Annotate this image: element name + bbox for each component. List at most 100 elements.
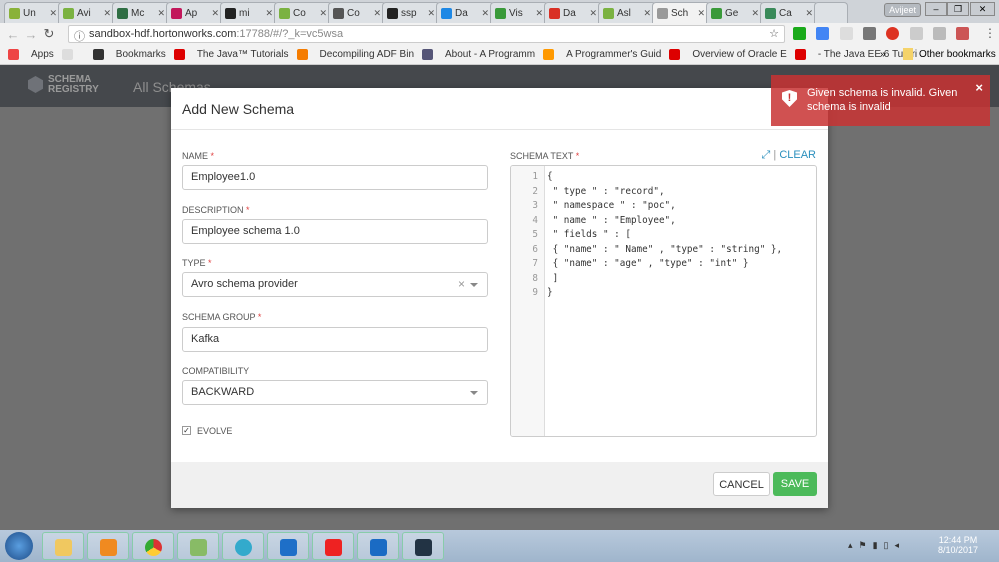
browser-tab[interactable]: Avi ✕ bbox=[58, 2, 116, 23]
browser-tab[interactable]: Ge ✕ bbox=[706, 2, 764, 23]
taskbar-lync[interactable] bbox=[267, 532, 309, 560]
close-tab-icon[interactable]: ✕ bbox=[373, 8, 381, 19]
clock[interactable]: 12:44 PM 8/10/2017 bbox=[938, 535, 978, 555]
browser-tab[interactable]: Vis ✕ bbox=[490, 2, 548, 23]
taskbar-virtualbox[interactable] bbox=[402, 532, 444, 560]
close-tab-icon[interactable]: ✕ bbox=[157, 8, 165, 19]
share-extension-icon[interactable] bbox=[793, 27, 806, 40]
start-button[interactable] bbox=[5, 532, 33, 560]
save-button[interactable]: SAVE bbox=[773, 472, 817, 496]
close-tab-icon[interactable]: ✕ bbox=[103, 8, 111, 19]
browser-tab[interactable]: Ca ✕ bbox=[760, 2, 818, 23]
bookmark-item[interactable]: Bookmarks bbox=[92, 49, 166, 60]
close-tab-icon[interactable]: ✕ bbox=[589, 8, 597, 19]
extension-icon[interactable] bbox=[933, 27, 946, 40]
taskbar-app[interactable] bbox=[177, 532, 219, 560]
extension-icon[interactable] bbox=[863, 27, 876, 40]
bookmark-icon bbox=[543, 49, 555, 60]
browser-tab[interactable]: Ap ✕ bbox=[166, 2, 224, 23]
back-icon[interactable]: ← bbox=[4, 27, 22, 42]
media-icon bbox=[100, 539, 117, 556]
extension-icon[interactable] bbox=[910, 27, 923, 40]
required-mark: * bbox=[246, 205, 250, 215]
browser-tab[interactable]: mi ✕ bbox=[220, 2, 278, 23]
star-icon[interactable]: ☆ bbox=[769, 27, 779, 40]
schema-group-input[interactable]: Kafka bbox=[182, 327, 488, 352]
close-tab-icon[interactable]: ✕ bbox=[535, 8, 543, 19]
more-bookmarks[interactable]: » bbox=[880, 49, 886, 60]
bookmark-item[interactable]: - The Java EE 6 Tutori bbox=[794, 49, 917, 60]
close-window-button[interactable]: ✕ bbox=[970, 2, 995, 16]
close-tab-icon[interactable]: ✕ bbox=[211, 8, 219, 19]
browser-tab[interactable]: Un ✕ bbox=[4, 2, 62, 23]
menu-icon[interactable]: ⋮ bbox=[984, 26, 996, 40]
bookmark-item[interactable]: Overview of Oracle E bbox=[669, 49, 787, 60]
toast-close-button[interactable]: × bbox=[975, 81, 983, 95]
close-tab-icon[interactable]: ✕ bbox=[265, 8, 273, 19]
bookmark-item[interactable] bbox=[61, 49, 85, 60]
close-tab-icon[interactable]: ✕ bbox=[49, 8, 57, 19]
profile-button[interactable]: Avijeet bbox=[884, 3, 921, 17]
bookmark-item[interactable]: The Java™ Tutorials bbox=[173, 49, 289, 60]
clear-icon[interactable]: × bbox=[458, 277, 465, 291]
pdf-extension-icon[interactable] bbox=[956, 27, 969, 40]
bookmark-item[interactable]: Decompiling ADF Bin bbox=[296, 49, 414, 60]
reload-icon[interactable]: ↻ bbox=[40, 26, 58, 42]
tray-icons[interactable]: ▴⚑▮▯◂ bbox=[848, 540, 905, 551]
line-number: 9 bbox=[532, 287, 538, 298]
schema-text-editor[interactable]: 1{2 " type " : "record", 3 " namespace " … bbox=[510, 165, 817, 437]
new-tab-button[interactable] bbox=[814, 2, 848, 23]
close-tab-icon[interactable]: ✕ bbox=[697, 8, 705, 19]
bookmark-icon bbox=[296, 49, 308, 60]
chevron-down-icon bbox=[470, 283, 478, 291]
url-input[interactable]: ⓘ sandbox-hdf.hortonworks.com:17788/#/?_k… bbox=[68, 25, 785, 43]
browser-tab[interactable]: Mc ✕ bbox=[112, 2, 170, 23]
close-tab-icon[interactable]: ✕ bbox=[427, 8, 435, 19]
bookmark-label: A Programmer's Guid bbox=[566, 49, 662, 60]
bookmark-item[interactable]: Apps bbox=[8, 49, 54, 60]
extension-icon[interactable] bbox=[840, 27, 853, 40]
bookmark-item[interactable]: A Programmer's Guid bbox=[543, 49, 661, 60]
browser-tab[interactable]: Co ✕ bbox=[274, 2, 332, 23]
taskbar-explorer[interactable] bbox=[42, 532, 84, 560]
close-tab-icon[interactable]: ✕ bbox=[481, 8, 489, 19]
forward-icon[interactable]: → bbox=[22, 27, 40, 42]
close-tab-icon[interactable]: ✕ bbox=[805, 8, 813, 19]
browser-tab[interactable]: Asl ✕ bbox=[598, 2, 656, 23]
tab-title: mi bbox=[239, 7, 250, 19]
compatibility-select[interactable]: BACKWARD bbox=[182, 380, 488, 405]
schema-text-label-text: SCHEMA TEXT bbox=[510, 151, 574, 161]
browser-tab[interactable]: Co ✕ bbox=[328, 2, 386, 23]
download-extension-icon[interactable] bbox=[816, 27, 829, 40]
taskbar-airtel[interactable] bbox=[312, 532, 354, 560]
taskbar-chrome[interactable] bbox=[132, 532, 174, 560]
taskbar-ie[interactable] bbox=[222, 532, 264, 560]
tab-title: Sch bbox=[671, 7, 689, 19]
description-input[interactable]: Employee schema 1.0 bbox=[182, 219, 488, 244]
tab-favicon bbox=[279, 7, 290, 19]
minimize-button[interactable]: – bbox=[925, 2, 947, 16]
code-line: 8 ] bbox=[511, 273, 782, 288]
close-tab-icon[interactable]: ✕ bbox=[319, 8, 327, 19]
clear-button[interactable]: CLEAR bbox=[779, 149, 816, 161]
cancel-button[interactable]: CANCEL bbox=[713, 472, 770, 496]
pinterest-icon[interactable] bbox=[886, 27, 899, 40]
other-bookmarks[interactable]: Other bookmarks bbox=[903, 48, 996, 60]
maximize-button[interactable]: ❐ bbox=[947, 2, 969, 16]
name-input[interactable]: Employee1.0 bbox=[182, 165, 488, 190]
browser-tab[interactable]: Da ✕ bbox=[436, 2, 494, 23]
browser-tab[interactable]: Sch ✕ bbox=[652, 2, 710, 23]
close-tab-icon[interactable]: ✕ bbox=[643, 8, 651, 19]
taskbar-media-player[interactable] bbox=[87, 532, 129, 560]
browser-tab[interactable]: Da ✕ bbox=[544, 2, 602, 23]
tab-favicon bbox=[387, 7, 398, 19]
expand-icon[interactable]: ⤢ bbox=[762, 149, 771, 161]
bookmark-item[interactable]: About - A Programm bbox=[422, 49, 535, 60]
taskbar-outlook[interactable] bbox=[357, 532, 399, 560]
bookmark-label: Bookmarks bbox=[115, 49, 166, 60]
type-label: TYPE * bbox=[182, 258, 212, 268]
evolve-checkbox[interactable]: ✓ bbox=[182, 426, 191, 435]
type-select[interactable]: Avro schema provider × bbox=[182, 272, 488, 297]
browser-tab[interactable]: ssp ✕ bbox=[382, 2, 440, 23]
close-tab-icon[interactable]: ✕ bbox=[751, 8, 759, 19]
